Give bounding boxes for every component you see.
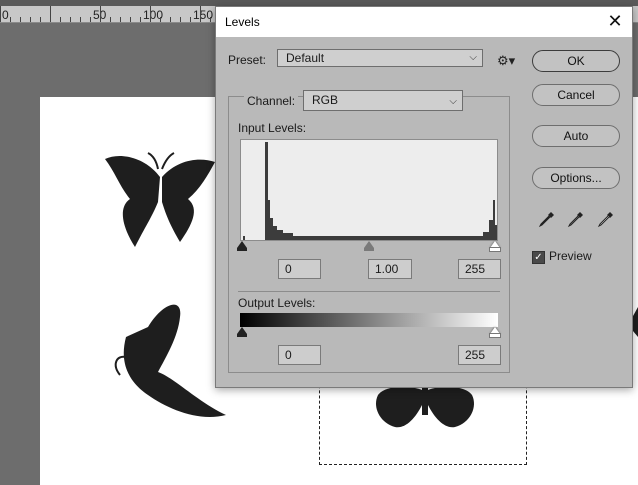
output-levels-label: Output Levels: <box>238 296 316 310</box>
output-gradient <box>240 313 498 327</box>
divider <box>238 291 500 292</box>
ruler-tick <box>70 17 71 22</box>
black-eyedropper-icon[interactable] <box>538 210 556 228</box>
checkbox-icon: ✓ <box>534 252 543 263</box>
input-gamma-slider-base <box>364 248 374 251</box>
input-levels-label: Input Levels: <box>238 121 307 135</box>
ruler-tick <box>180 17 181 22</box>
preview-checkbox[interactable]: ✓ <box>532 251 545 264</box>
histogram <box>240 139 498 241</box>
preset-select[interactable]: Default ⌵ <box>277 49 483 67</box>
ruler-tick <box>140 17 141 22</box>
input-white-slider-base <box>489 247 501 252</box>
ruler-tick <box>80 17 81 22</box>
output-white-field[interactable]: 255 <box>458 345 501 365</box>
input-black-slider[interactable] <box>237 241 247 248</box>
levels-dialog: Levels ✕ Preset: Default ⌵ ⚙▾ Channel: R… <box>215 6 633 388</box>
dialog-titlebar[interactable]: Levels ✕ <box>216 7 632 37</box>
ruler-tick <box>90 17 91 22</box>
channel-select[interactable]: RGB ⌵ <box>303 90 463 111</box>
ruler-tick <box>20 17 21 22</box>
dialog-title: Levels <box>225 15 260 29</box>
ruler-tick <box>160 17 161 22</box>
channel-label: Channel: <box>244 94 299 108</box>
ruler-tick <box>120 17 121 22</box>
output-white-slider-base <box>489 333 501 338</box>
ruler-tick <box>100 6 101 22</box>
ok-button[interactable]: OK <box>532 50 620 72</box>
ruler-tick <box>190 17 191 22</box>
selection-marquee <box>319 375 527 465</box>
input-gamma-slider[interactable] <box>364 241 374 248</box>
output-black-slider-base <box>237 334 247 337</box>
ruler-tick <box>110 17 111 22</box>
preview-label: Preview <box>549 249 592 263</box>
input-gamma-field[interactable]: 1.00 <box>368 259 412 279</box>
butterfly-icon <box>114 304 226 417</box>
ruler-tick <box>0 6 1 22</box>
ruler-tick <box>40 17 41 22</box>
input-black-slider-base <box>237 248 247 251</box>
input-black-field[interactable]: 0 <box>278 259 321 279</box>
gear-icon[interactable]: ⚙▾ <box>497 53 515 69</box>
channel-value: RGB <box>312 93 339 107</box>
histogram-graph <box>243 142 497 240</box>
ruler-label: 0 <box>2 8 9 22</box>
ruler-tick <box>60 17 61 22</box>
output-black-slider[interactable] <box>237 327 247 334</box>
input-white-slider[interactable] <box>490 241 500 248</box>
white-eyedropper-icon[interactable] <box>597 210 615 228</box>
ruler-tick <box>200 6 201 22</box>
ruler-tick <box>10 17 11 22</box>
ruler-tick <box>170 17 171 22</box>
output-white-slider[interactable] <box>490 327 500 334</box>
chevron-down-icon: ⌵ <box>469 52 477 63</box>
auto-button[interactable]: Auto <box>532 125 620 147</box>
options-button[interactable]: Options... <box>532 167 620 189</box>
ruler-tick <box>130 17 131 22</box>
output-black-field[interactable]: 0 <box>278 345 321 365</box>
butterfly-icon <box>105 152 215 247</box>
input-white-field[interactable]: 255 <box>458 259 501 279</box>
gray-eyedropper-icon[interactable] <box>567 210 585 228</box>
ruler-tick <box>50 6 51 22</box>
preset-label: Preset: <box>228 53 267 67</box>
cancel-button[interactable]: Cancel <box>532 84 620 106</box>
ruler-tick <box>30 17 31 22</box>
preset-value: Default <box>286 51 325 65</box>
ruler-tick <box>210 17 211 22</box>
chevron-down-icon: ⌵ <box>449 96 457 107</box>
ruler-tick <box>150 6 151 22</box>
close-icon[interactable]: ✕ <box>606 11 624 31</box>
